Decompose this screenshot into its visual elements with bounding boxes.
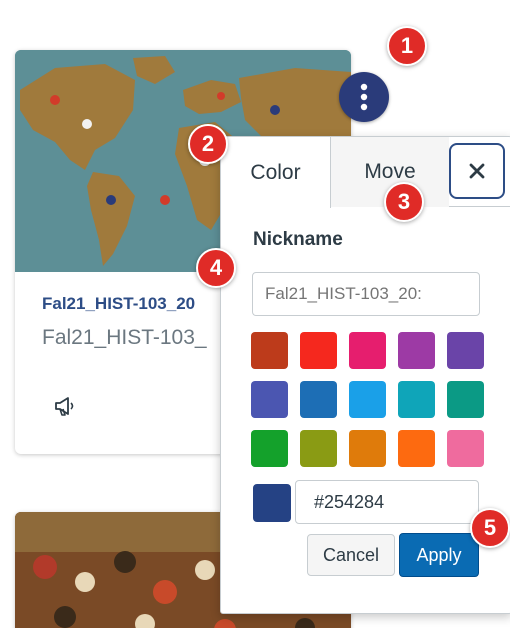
color-swatch[interactable] [398,381,435,418]
color-swatch[interactable] [349,381,386,418]
popover-tabs: Color Move [221,137,510,208]
cancel-button[interactable]: Cancel [307,534,395,576]
close-button[interactable] [449,143,505,199]
color-swatch[interactable] [349,332,386,369]
color-swatches [251,332,484,467]
color-swatch[interactable] [398,430,435,467]
color-swatch[interactable] [251,381,288,418]
color-swatch[interactable] [300,332,337,369]
color-swatch[interactable] [251,430,288,467]
color-swatch[interactable] [349,430,386,467]
callout-badge-3: 3 [384,182,424,222]
color-swatch[interactable] [300,430,337,467]
vertical-dots-icon [360,83,368,111]
callout-badge-4: 4 [196,248,236,288]
callout-badge-2: 2 [188,124,228,164]
course-subtitle: Fal21_HIST-103_ [42,326,207,349]
color-swatch[interactable] [251,332,288,369]
color-swatch[interactable] [447,381,484,418]
megaphone-icon[interactable] [51,392,79,420]
color-swatch[interactable] [300,381,337,418]
hex-color-input[interactable] [295,480,479,524]
color-swatch[interactable] [398,332,435,369]
apply-button[interactable]: Apply [399,533,479,577]
callout-badge-1: 1 [387,26,427,66]
callout-badge-5: 5 [470,508,510,548]
color-swatch[interactable] [447,332,484,369]
tab-color[interactable]: Color [221,137,331,208]
card-options-popover: Color Move Nickname Cancel Apply [220,136,510,614]
close-icon [469,163,485,179]
color-swatch[interactable] [447,430,484,467]
current-color-swatch [253,484,291,522]
course-options-button[interactable] [339,72,389,122]
nickname-input[interactable] [252,272,480,316]
course-title-link[interactable]: Fal21_HIST-103_20 [42,294,195,314]
nickname-label: Nickname [253,229,343,250]
